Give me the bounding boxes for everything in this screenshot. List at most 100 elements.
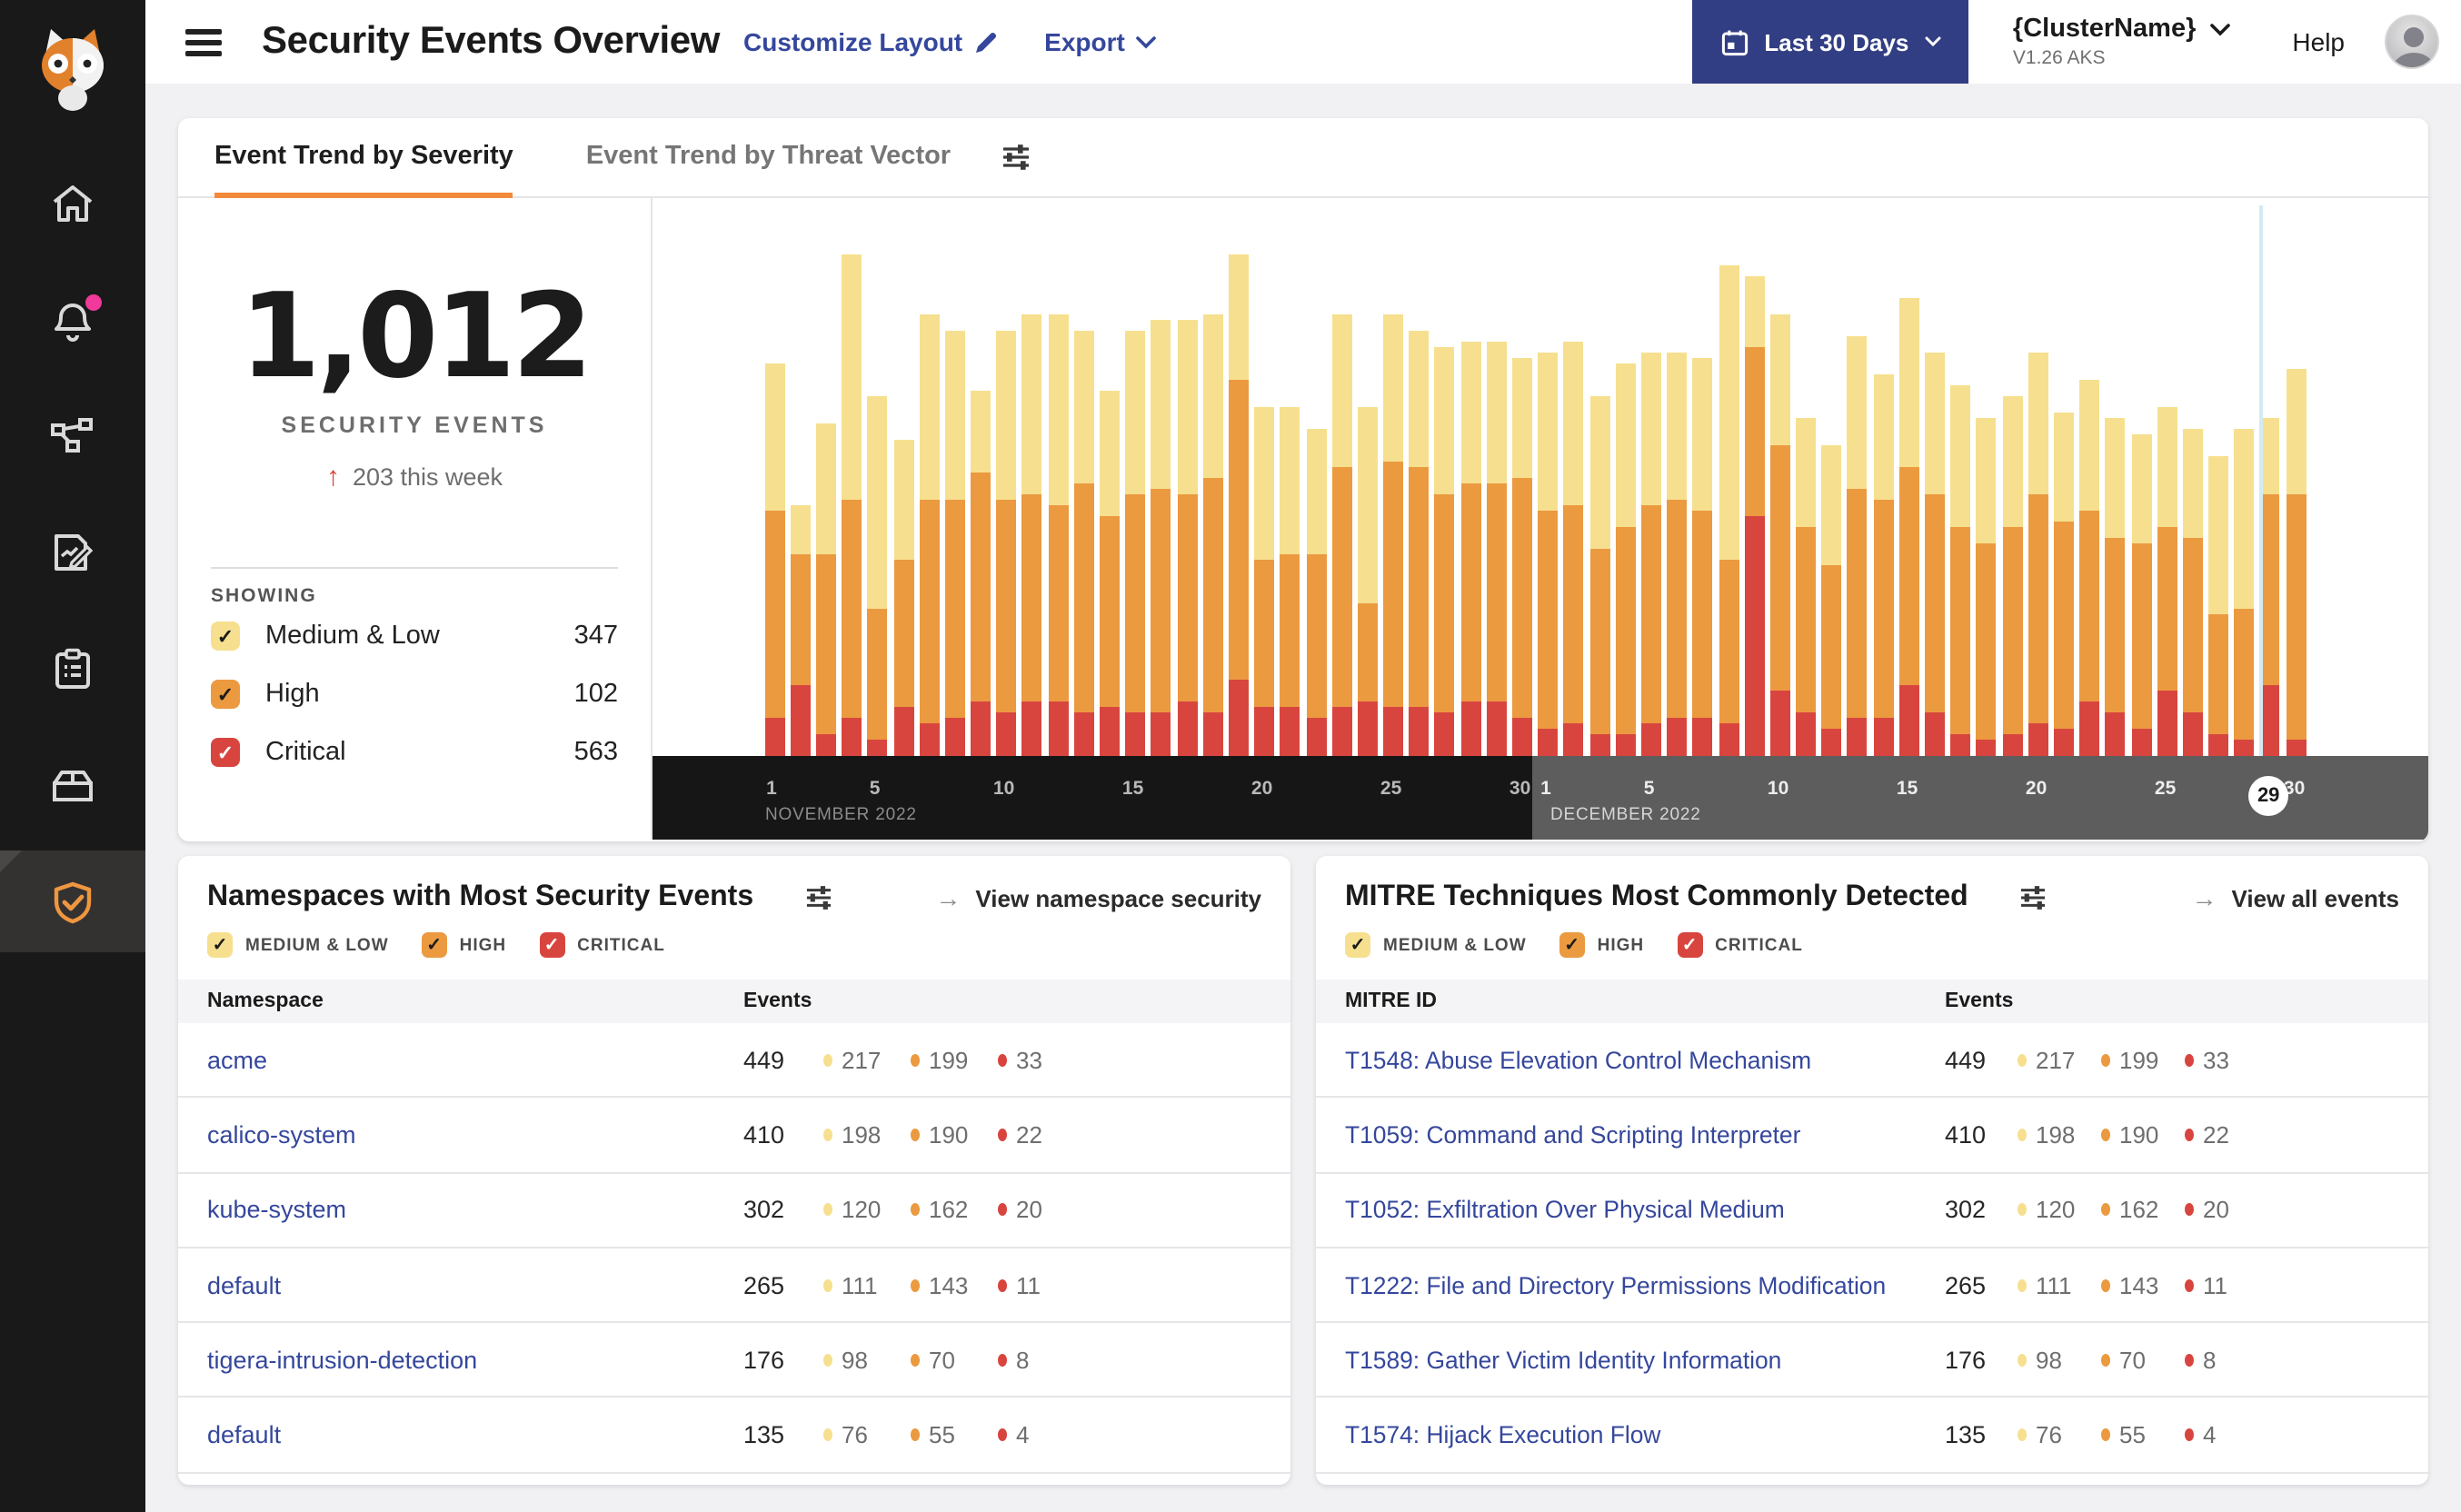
mitre-settings-button[interactable] <box>2019 885 2047 910</box>
chart-bar-nov-21[interactable] <box>1278 407 1303 756</box>
chart-bar-nov-18[interactable] <box>1200 314 1225 756</box>
chart-bar-dec-27[interactable] <box>2206 456 2231 756</box>
chart-bar-dec-20[interactable] <box>2025 353 2050 756</box>
row-link[interactable]: kube-system <box>207 1196 743 1223</box>
chart-bar-dec-1[interactable] <box>1535 353 1560 756</box>
row-link[interactable]: default <box>207 1421 743 1448</box>
chart-bar-dec-11[interactable] <box>1793 418 1818 756</box>
row-link[interactable]: T1222: File and Directory Permissions Mo… <box>1345 1271 1945 1298</box>
cluster-selector[interactable]: {ClusterName} V1.26 AKS <box>2013 15 2231 69</box>
chart-bar-nov-11[interactable] <box>1020 314 1045 756</box>
chart-bar-nov-22[interactable] <box>1303 429 1329 756</box>
row-link[interactable]: T1052: Exfiltration Over Physical Medium <box>1345 1196 1945 1223</box>
chart-bar-nov-16[interactable] <box>1149 320 1174 756</box>
chart-bar-nov-5[interactable] <box>865 396 891 756</box>
view-all-events-link[interactable]: → View all events <box>2191 883 2399 912</box>
sidebar-item-shield-check[interactable] <box>0 850 145 952</box>
chart-bar-nov-25[interactable] <box>1380 314 1406 756</box>
chart-bar-nov-6[interactable] <box>891 440 916 756</box>
chart-settings-button[interactable] <box>1001 144 1031 171</box>
chart-bar-nov-7[interactable] <box>916 314 942 756</box>
chart-bar-nov-29[interactable] <box>1484 342 1509 756</box>
checkbox-checked-icon[interactable]: ✓ <box>1559 932 1585 958</box>
sidebar-item-alerts-bell[interactable] <box>0 269 145 371</box>
chart-bar-dec-8[interactable] <box>1716 265 1741 756</box>
chart-bar-dec-23[interactable] <box>2103 418 2128 756</box>
chart-bar-dec-9[interactable] <box>1741 276 1767 756</box>
chart-bar-nov-12[interactable] <box>1045 314 1071 756</box>
chart-bar-nov-27[interactable] <box>1432 347 1458 756</box>
checkbox-checked-icon[interactable]: ✓ <box>421 932 447 958</box>
chart-bar-dec-24[interactable] <box>2128 434 2154 756</box>
filter-high[interactable]: ✓ HIGH <box>421 932 507 958</box>
chart-bar-nov-10[interactable] <box>993 331 1019 756</box>
chart-bar-nov-28[interactable] <box>1458 342 1483 756</box>
severity-toggle-critical[interactable]: ✓ Critical 563 <box>211 723 618 781</box>
chart-bar-dec-13[interactable] <box>1845 336 1870 756</box>
filter-medium-low[interactable]: ✓ MEDIUM & LOW <box>1345 932 1527 958</box>
chart-bar-nov-24[interactable] <box>1355 407 1380 756</box>
chart-bar-dec-28[interactable] <box>2231 429 2257 756</box>
user-avatar[interactable] <box>2385 15 2439 69</box>
row-link[interactable]: T1059: Command and Scripting Interpreter <box>1345 1121 1945 1149</box>
row-link[interactable]: acme <box>207 1046 743 1073</box>
chart-bar-dec-3[interactable] <box>1587 396 1612 756</box>
chart-bar-nov-8[interactable] <box>942 331 968 756</box>
chart-bar-dec-14[interactable] <box>1870 374 1896 756</box>
chart-bar-nov-15[interactable] <box>1122 331 1148 756</box>
chart-bar-dec-19[interactable] <box>1999 396 2025 756</box>
chart-bar-dec-2[interactable] <box>1561 342 1587 756</box>
chart-bar-nov-13[interactable] <box>1071 331 1097 756</box>
chart-bar-dec-7[interactable] <box>1690 358 1716 756</box>
chart-bar-dec-22[interactable] <box>2077 380 2102 756</box>
row-link[interactable]: tigera-intrusion-detection <box>207 1347 743 1374</box>
namespaces-settings-button[interactable] <box>804 885 832 910</box>
chart-bar-nov-19[interactable] <box>1226 254 1251 756</box>
row-link[interactable]: T1574: Hijack Execution Flow <box>1345 1421 1945 1448</box>
chart-bar-nov-26[interactable] <box>1406 331 1431 756</box>
checkbox-checked-icon[interactable]: ✓ <box>207 932 233 958</box>
chart-bar-dec-6[interactable] <box>1664 353 1689 756</box>
filter-critical[interactable]: ✓ CRITICAL <box>1677 932 1803 958</box>
row-link[interactable]: T1548: Abuse Elevation Control Mechanism <box>1345 1046 1945 1073</box>
chart-bar-dec-16[interactable] <box>1922 353 1948 756</box>
help-link[interactable]: Help <box>2292 27 2345 56</box>
severity-toggle-medium-low[interactable]: ✓ Medium & Low 347 <box>211 607 618 665</box>
row-link[interactable]: default <box>207 1271 743 1298</box>
chart-bar-dec-12[interactable] <box>1818 445 1844 756</box>
checkbox-checked-icon[interactable]: ✓ <box>211 738 240 767</box>
chart-bar-dec-5[interactable] <box>1639 353 1664 756</box>
sidebar-item-clipboard[interactable] <box>0 618 145 720</box>
tab-event-trend-by-severity[interactable]: Event Trend by Severity <box>214 118 513 197</box>
checkbox-checked-icon[interactable]: ✓ <box>211 622 240 651</box>
sidebar-item-package[interactable] <box>0 734 145 836</box>
chart-bar-dec-25[interactable] <box>2154 407 2179 756</box>
row-link[interactable]: T1589: Gather Victim Identity Informatio… <box>1345 1347 1945 1374</box>
checkbox-checked-icon[interactable]: ✓ <box>539 932 565 958</box>
sidebar-item-home[interactable] <box>0 153 145 254</box>
chart-bar-nov-14[interactable] <box>1097 391 1122 756</box>
row-link[interactable]: calico-system <box>207 1121 743 1149</box>
menu-hamburger-icon[interactable] <box>185 28 222 55</box>
chart-bar-dec-18[interactable] <box>1974 418 1999 756</box>
filter-high[interactable]: ✓ HIGH <box>1559 932 1645 958</box>
chart-bar-nov-20[interactable] <box>1251 407 1277 756</box>
chart-bar-nov-17[interactable] <box>1174 320 1200 756</box>
chart-bar-dec-26[interactable] <box>2180 429 2206 756</box>
chart-bar-dec-4[interactable] <box>1612 363 1638 756</box>
chart-bar-nov-1[interactable] <box>762 363 787 756</box>
chart-bar-nov-23[interactable] <box>1329 314 1354 756</box>
sidebar-item-report-edit[interactable] <box>0 502 145 603</box>
checkbox-checked-icon[interactable]: ✓ <box>211 680 240 709</box>
checkbox-checked-icon[interactable]: ✓ <box>1677 932 1703 958</box>
chart-bar-nov-9[interactable] <box>968 391 993 756</box>
chart-bar-nov-4[interactable] <box>839 254 864 756</box>
chart-bar-dec-30[interactable] <box>2283 369 2308 756</box>
chart-bar-nov-3[interactable] <box>813 423 839 756</box>
date-range-button[interactable]: Last 30 Days <box>1692 0 1969 84</box>
chart-bar-dec-15[interactable] <box>1897 298 1922 756</box>
customize-layout-button[interactable]: Customize Layout <box>743 27 997 56</box>
chart-bar-nov-2[interactable] <box>787 505 812 756</box>
chart-bar-dec-17[interactable] <box>1948 385 1973 756</box>
export-button[interactable]: Export <box>1044 27 1156 56</box>
